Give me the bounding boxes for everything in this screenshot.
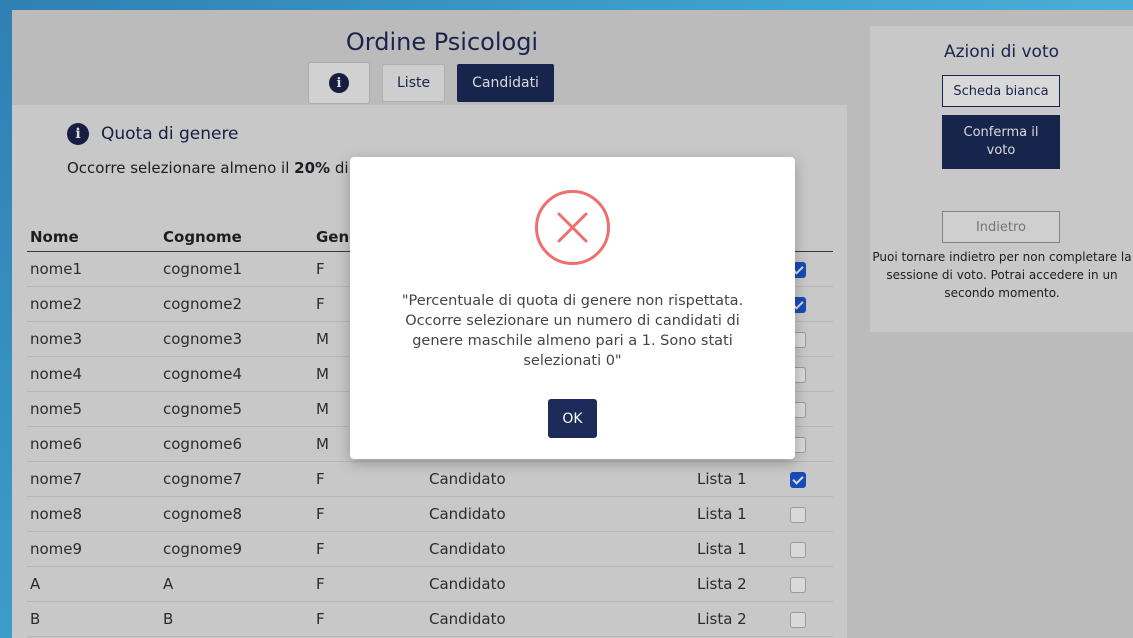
error-message: "Percentuale di quota di genere non risp…: [401, 293, 744, 369]
error-x-icon: [534, 189, 611, 270]
error-dialog: "Percentuale di quota di genere non risp…: [350, 157, 795, 459]
ok-button[interactable]: OK: [548, 399, 597, 438]
